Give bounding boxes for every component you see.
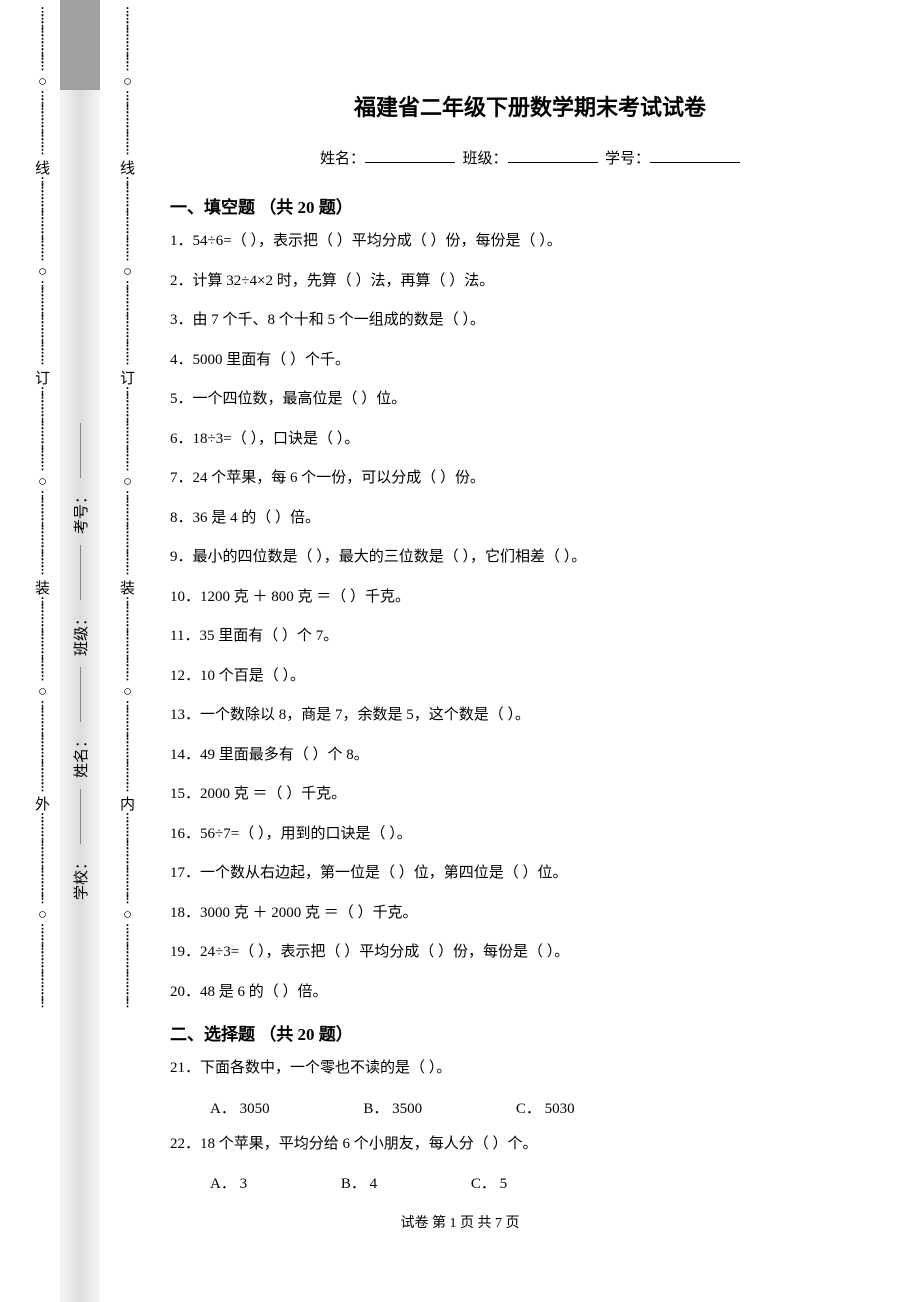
question-item: 12．10 个百是（ ）。 (170, 665, 890, 688)
circle-icon: ○ (123, 264, 132, 281)
underline-icon (80, 423, 81, 478)
dots-icon: ⁝⁝⁝⁝⁝⁝⁝⁝⁝⁝⁝⁝⁝ (125, 816, 130, 904)
exam-id-label: 考号： (70, 489, 91, 534)
dots-icon: ⁝⁝⁝⁝⁝⁝⁝⁝⁝⁝⁝⁝⁝ (40, 704, 45, 792)
option-b[interactable]: B． 4 (341, 1172, 377, 1193)
question-item: 17．一个数从右边起，第一位是（ ）位，第四位是（ ）位。 (170, 862, 890, 885)
id-label: 学号： (605, 151, 650, 167)
dots-icon: ⁝⁝⁝⁝⁝⁝⁝⁝⁝⁝⁝⁝ (40, 284, 45, 365)
question-item: 10．1200 克 ＋ 800 克 ＝（ ）千克。 (170, 586, 890, 609)
dots-icon: ⁝⁝⁝⁝⁝⁝⁝⁝⁝⁝⁝⁝ (40, 600, 45, 681)
dots-icon: ⁝⁝⁝⁝⁝⁝⁝⁝⁝⁝⁝⁝ (40, 927, 45, 1008)
dots-icon: ⁝⁝⁝⁝⁝⁝⁝⁝⁝ (40, 94, 45, 155)
question-item: 1．54÷6=（ ），表示把（ ）平均分成（ ）份，每份是（ ）。 (170, 230, 890, 253)
option-c[interactable]: C． 5 (471, 1172, 507, 1193)
binding-column-inner: ⁝⁝⁝⁝⁝⁝⁝⁝⁝ ○ ⁝⁝⁝⁝⁝⁝⁝⁝⁝ 线 ⁝⁝⁝⁝⁝⁝⁝⁝⁝⁝⁝⁝ ○ ⁝… (105, 0, 150, 1302)
circle-icon: ○ (38, 684, 47, 701)
underline-icon (80, 667, 81, 722)
option-b[interactable]: B． 3500 (363, 1097, 422, 1118)
question-item: 11．35 里面有（ ）个 7。 (170, 625, 890, 648)
option-c[interactable]: C． 5030 (516, 1097, 575, 1118)
question-item: 19．24÷3=（ ），表示把（ ）平均分成（ ）份，每份是（ ）。 (170, 941, 890, 964)
dots-icon: ⁝⁝⁝⁝⁝⁝⁝⁝⁝⁝⁝⁝⁝ (40, 816, 45, 904)
name-label: 姓名： (320, 151, 365, 167)
question-item: 15．2000 克 ＝（ ）千克。 (170, 783, 890, 806)
dots-icon: ⁝⁝⁝⁝⁝⁝⁝⁝⁝⁝⁝⁝ (125, 927, 130, 1008)
binding-column-outer: ⁝⁝⁝⁝⁝⁝⁝⁝⁝ ○ ⁝⁝⁝⁝⁝⁝⁝⁝⁝ 线 ⁝⁝⁝⁝⁝⁝⁝⁝⁝⁝⁝⁝ ○ ⁝… (20, 0, 65, 1302)
dots-icon: ⁝⁝⁝⁝⁝⁝⁝⁝⁝ (125, 94, 130, 155)
dots-icon: ⁝⁝⁝⁝⁝⁝⁝⁝⁝⁝⁝⁝ (40, 180, 45, 261)
question-item: 13．一个数除以 8，商是 7，余数是 5，这个数是（ ）。 (170, 704, 890, 727)
class-label-v: 班级： (70, 611, 91, 656)
underline-icon (80, 545, 81, 600)
main-content: 福建省二年级下册数学期末考试试卷 姓名： 班级： 学号： 一、填空题 （共 20… (170, 90, 890, 1208)
dots-icon: ⁝⁝⁝⁝⁝⁝⁝⁝⁝⁝⁝⁝ (125, 494, 130, 575)
section2-header: 二、选择题 （共 20 题） (170, 1020, 890, 1045)
question-item: 5．一个四位数，最高位是（ ）位。 (170, 388, 890, 411)
options-row: A． 3 B． 4 C． 5 (210, 1172, 890, 1193)
dots-icon: ⁝⁝⁝⁝⁝⁝⁝⁝⁝⁝⁝⁝ (125, 180, 130, 261)
question-item: 7．24 个苹果，每 6 个一份，可以分成（ ）份。 (170, 467, 890, 490)
school-label-v: 学校： (70, 855, 91, 900)
question-item: 14．49 里面最多有（ ）个 8。 (170, 744, 890, 767)
underline-icon (80, 789, 81, 844)
circle-icon: ○ (38, 474, 47, 491)
option-a[interactable]: A． 3050 (210, 1097, 270, 1118)
question-item: 6．18÷3=（ ），口诀是（ ）。 (170, 428, 890, 451)
name-label-v: 姓名： (70, 733, 91, 778)
question-item: 8．36 是 4 的（ ）倍。 (170, 507, 890, 530)
dots-icon: ⁝⁝⁝⁝⁝⁝⁝⁝⁝⁝⁝⁝ (125, 390, 130, 471)
dots-icon: ⁝⁝⁝⁝⁝⁝⁝⁝⁝⁝⁝⁝ (125, 600, 130, 681)
question-item: 20．48 是 6 的（ ）倍。 (170, 981, 890, 1004)
page-footer: 试卷 第 1 页 共 7 页 (0, 1212, 920, 1232)
question-item: 22．18 个苹果，平均分给 6 个小朋友，每人分（ ）个。 (170, 1133, 890, 1156)
class-field[interactable] (508, 148, 598, 163)
name-field[interactable] (365, 148, 455, 163)
section1-header: 一、填空题 （共 20 题） (170, 193, 890, 218)
question-item: 4．5000 里面有（ ）个千。 (170, 349, 890, 372)
class-label: 班级： (462, 151, 507, 167)
circle-icon: ○ (123, 684, 132, 701)
binding-info-labels: 考号： 班级： 姓名： 学校： (60, 0, 100, 1302)
id-field[interactable] (650, 148, 740, 163)
dots-icon: ⁝⁝⁝⁝⁝⁝⁝⁝⁝⁝⁝⁝⁝ (125, 704, 130, 792)
question-item: 16．56÷7=（ ），用到的口诀是（ ）。 (170, 823, 890, 846)
circle-icon: ○ (38, 264, 47, 281)
dots-icon: ⁝⁝⁝⁝⁝⁝⁝⁝⁝ (40, 10, 45, 71)
dots-icon: ⁝⁝⁝⁝⁝⁝⁝⁝⁝⁝⁝⁝ (40, 390, 45, 471)
question-item: 3．由 7 个千、8 个十和 5 个一组成的数是（ ）。 (170, 309, 890, 332)
question-item: 18．3000 克 ＋ 2000 克 ＝（ ）千克。 (170, 902, 890, 925)
dots-icon: ⁝⁝⁝⁝⁝⁝⁝⁝⁝ (125, 10, 130, 71)
dots-icon: ⁝⁝⁝⁝⁝⁝⁝⁝⁝⁝⁝⁝ (125, 284, 130, 365)
options-row: A． 3050 B． 3500 C． 5030 (210, 1097, 890, 1118)
circle-icon: ○ (123, 474, 132, 491)
question-item: 9．最小的四位数是（ ），最大的三位数是（ ），它们相差（ ）。 (170, 546, 890, 569)
question-item: 21．下面各数中，一个零也不读的是（ ）。 (170, 1057, 890, 1080)
page-title: 福建省二年级下册数学期末考试试卷 (170, 90, 890, 122)
student-info: 姓名： 班级： 学号： (170, 147, 890, 168)
dots-icon: ⁝⁝⁝⁝⁝⁝⁝⁝⁝⁝⁝⁝ (40, 494, 45, 575)
question-item: 2．计算 32÷4×2 时，先算（ ）法，再算（ ）法。 (170, 270, 890, 293)
option-a[interactable]: A． 3 (210, 1172, 247, 1193)
